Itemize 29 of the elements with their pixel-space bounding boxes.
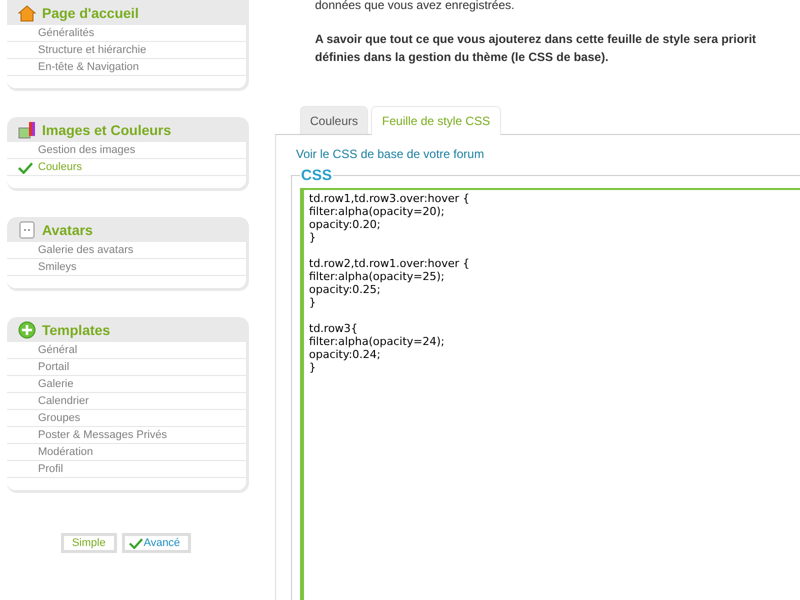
house-icon (17, 2, 37, 22)
panel-title: Avatars (42, 222, 93, 238)
menu-item[interactable]: Général (38, 344, 78, 356)
menu-item[interactable]: Calendrier (38, 395, 89, 407)
notice-text: définies dans la gestion du thème (le CSS de base). (315, 49, 610, 66)
menu-item[interactable]: Groupes (38, 412, 80, 424)
checkmark-icon (128, 538, 143, 548)
panel-title: Templates (42, 322, 110, 338)
intro-text: données que vous avez enregistrées. (315, 0, 516, 14)
menu-item[interactable]: Galerie (38, 378, 74, 390)
menu-item[interactable]: Généralités (38, 27, 94, 39)
fieldset-legend: CSS (300, 167, 333, 184)
notice-text: A savoir que tout ce que vous ajouterez dans cette feuille de style sera priorit (315, 31, 758, 48)
menu-item[interactable]: Portail (38, 361, 70, 373)
panel-title: Images et Couleurs (42, 122, 172, 138)
tab[interactable]: Feuille de style CSS (371, 106, 502, 135)
panel-title: Page d'accueil (42, 4, 139, 20)
face-card-icon (17, 220, 37, 240)
tab[interactable]: Couleurs (300, 106, 368, 135)
palette-icon (17, 120, 37, 140)
menu-item[interactable]: Smileys (38, 261, 77, 273)
mode-button[interactable]: Simple (60, 533, 117, 553)
menu-item[interactable]: Profil (38, 463, 64, 475)
mode-button[interactable]: Avancé (122, 533, 192, 553)
plus-circle-icon (17, 320, 37, 340)
base-css-link[interactable]: Voir le CSS de base de votre forum (296, 147, 800, 161)
css-editor-field[interactable]: td.row1,td.row3.over:hover { filter:alpha(opacity=20); opacity:0.20; } td.row2,td.row1.over:hover { filter:alpha(opacity=25); opacity:0.25; } td.row3{ filter:alpha(opacity=24); opacity:0.24; } (300, 188, 800, 600)
menu-item[interactable]: Modération (38, 446, 94, 458)
menu-item[interactable]: Couleurs (38, 161, 82, 173)
